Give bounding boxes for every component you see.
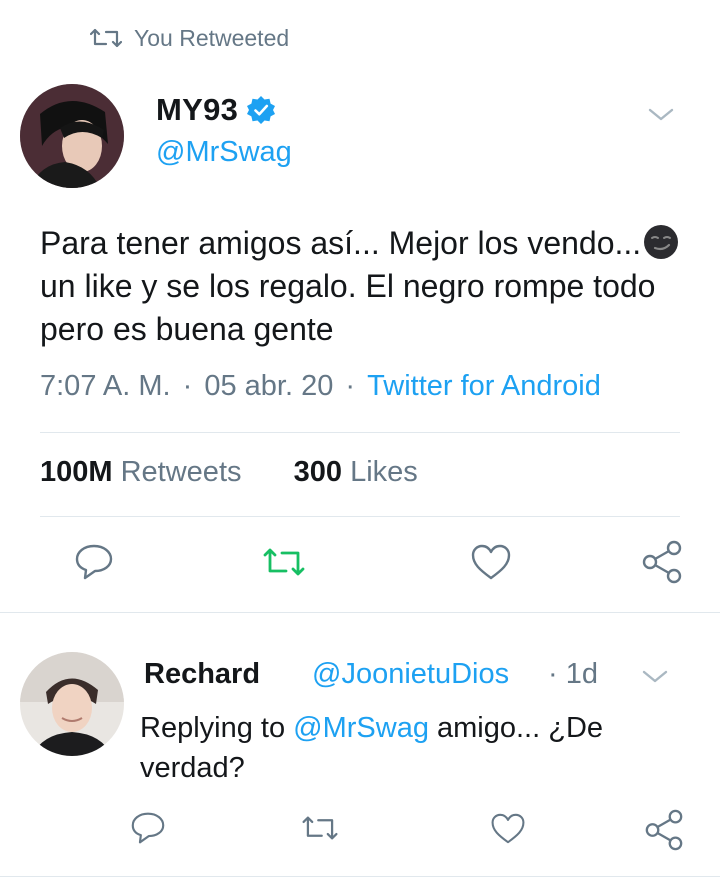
reply-like-button[interactable]: [486, 806, 530, 850]
reply-retweet-button[interactable]: [298, 806, 342, 850]
share-icon: [640, 540, 684, 584]
likes-label: Likes: [350, 456, 418, 488]
divider: [40, 432, 680, 433]
reply-reply-button[interactable]: [126, 806, 170, 850]
tweet-meta: 7:07 A. M. · 05 abr. 20 · Twitter for An…: [40, 370, 601, 402]
author-name[interactable]: MY93: [156, 92, 238, 128]
replying-to-prefix: Replying to: [140, 712, 294, 744]
reply-author-avatar[interactable]: [20, 652, 124, 756]
tweet-source-link[interactable]: Twitter for Android: [367, 370, 601, 402]
likes-stat[interactable]: 300 Likes: [294, 456, 418, 488]
tweet-time: 7:07 A. M.: [40, 370, 171, 402]
reply-icon: [74, 543, 114, 581]
tweet-text: Para tener amigos así... Mejor los vendo…: [40, 222, 690, 351]
tweet-text-part1: Para tener amigos así... Mejor los vendo…: [40, 225, 642, 261]
reply-share-button[interactable]: [642, 808, 686, 852]
author-handle[interactable]: @MrSwag: [156, 136, 292, 169]
divider: [0, 876, 720, 877]
retweet-icon: [262, 545, 306, 579]
reply-author-name[interactable]: Rechard: [144, 658, 260, 691]
retweet-banner-label: You Retweeted: [134, 24, 290, 51]
divider: [40, 516, 680, 517]
reply-icon: [130, 811, 166, 845]
reply-author-handle[interactable]: @JoonietuDios: [312, 658, 509, 691]
chevron-down-icon[interactable]: [640, 666, 670, 686]
retweet-icon: [301, 813, 339, 843]
heart-icon: [490, 812, 526, 845]
replying-to-handle[interactable]: @MrSwag: [293, 712, 429, 744]
author-name-row: MY93: [156, 92, 276, 128]
share-button[interactable]: [640, 540, 684, 584]
reply-button[interactable]: [72, 540, 116, 584]
heart-icon: [470, 543, 512, 581]
likes-count: 300: [293, 456, 343, 488]
retweet-button[interactable]: [262, 540, 306, 584]
reply-timestamp: · 1d: [548, 658, 598, 690]
chevron-down-icon[interactable]: [646, 104, 676, 124]
retweets-stat[interactable]: 100M Retweets: [40, 456, 242, 488]
share-icon: [643, 809, 685, 851]
tweet-text-part2: un like y se los regalo. El negro rompe …: [40, 268, 656, 347]
verified-badge-icon: [246, 95, 276, 125]
retweet-icon: [90, 26, 122, 50]
smirking-face-emoji-icon: [643, 224, 679, 260]
tweet-stats: 100M Retweets 300 Likes: [40, 456, 418, 489]
divider: [0, 612, 720, 613]
retweets-count: 100M: [40, 456, 113, 488]
like-button[interactable]: [469, 540, 513, 584]
reply-text: Replying to @MrSwag amigo... ¿De verdad?: [140, 708, 680, 788]
retweets-label: Retweets: [120, 456, 242, 488]
tweet-date: 05 abr. 20: [204, 370, 334, 402]
retweet-banner: You Retweeted: [90, 22, 289, 54]
author-avatar[interactable]: [20, 84, 124, 188]
